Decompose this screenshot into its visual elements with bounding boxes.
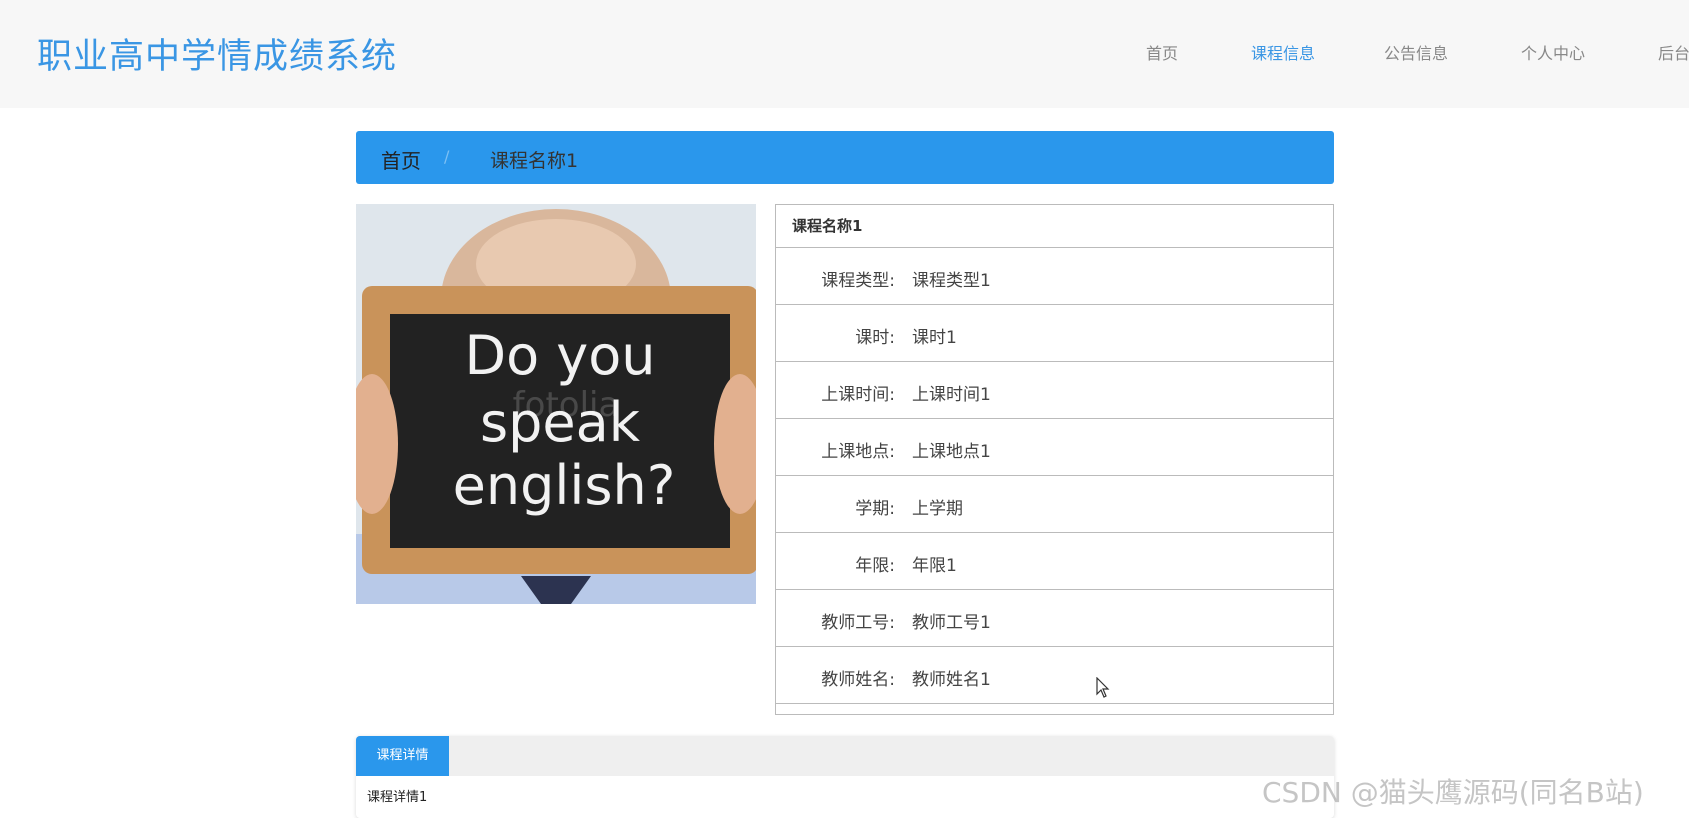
info-value: 教师姓名1 [912, 670, 991, 690]
info-value: 课时1 [912, 328, 957, 348]
info-value: 年限1 [912, 556, 957, 576]
info-label: 上课地点: [821, 442, 895, 462]
course-name-heading: 课程名称1 [776, 205, 1333, 248]
info-value: 上课时间1 [912, 385, 991, 405]
info-value: 课程类型1 [912, 271, 991, 291]
breadcrumb-current: 课程名称1 [490, 150, 579, 172]
top-header: 职业高中学情成绩系统 首页 课程信息 公告信息 个人中心 后台 [0, 0, 1689, 108]
nav-item-personal-center[interactable]: 个人中心 [1521, 40, 1585, 64]
breadcrumb-home-link[interactable]: 首页 [381, 145, 421, 174]
info-label: 上课时间: [821, 385, 895, 405]
course-image: Do you speak english? fotolia [356, 204, 756, 604]
tab-content: 课程详情1 [367, 790, 428, 805]
info-row-semester: 学期: 上学期 [776, 476, 1333, 533]
info-label: 教师姓名: [821, 670, 895, 690]
info-row-location: 上课地点: 上课地点1 [776, 419, 1333, 476]
info-label: 课时: [855, 328, 895, 348]
info-row-year: 年限: 年限1 [776, 533, 1333, 590]
chalk-line-1: Do you [464, 324, 655, 387]
mouse-cursor-icon [1096, 677, 1110, 698]
nav-item-home[interactable]: 首页 [1146, 40, 1178, 64]
info-row-hours: 课时: 课时1 [776, 305, 1333, 362]
main-nav: 首页 课程信息 公告信息 个人中心 后台 [0, 40, 1689, 64]
tab-course-details[interactable]: 课程详情 [356, 736, 449, 776]
info-row-course-type: 课程类型: 课程类型1 [776, 248, 1333, 305]
info-value: 上学期 [912, 499, 963, 519]
info-label: 年限: [855, 556, 895, 576]
image-watermark: fotolia [513, 385, 620, 425]
info-value: 教师工号1 [912, 613, 991, 633]
tab-bar: 课程详情 [356, 736, 1334, 776]
chalk-line-3: english? [453, 454, 676, 517]
nav-item-backend[interactable]: 后台 [1658, 40, 1689, 64]
breadcrumb-separator: / [444, 147, 450, 166]
breadcrumb: 首页 / 课程名称1 [356, 131, 1334, 184]
info-row-class-time: 上课时间: 上课时间1 [776, 362, 1333, 419]
detail-tabs: 课程详情 课程详情1 [356, 736, 1334, 818]
info-row-teacher-id: 教师工号: 教师工号1 [776, 590, 1333, 647]
csdn-watermark: CSDN @猫头鹰源码(同名B站) [1262, 776, 1644, 809]
nav-item-course-info[interactable]: 课程信息 [1251, 40, 1315, 64]
info-row-teacher-name: 教师姓名: 教师姓名1 [776, 647, 1333, 704]
info-label: 教师工号: [821, 613, 895, 633]
info-value: 上课地点1 [912, 442, 991, 462]
info-label: 课程类型: [821, 271, 895, 291]
info-label: 学期: [855, 499, 895, 519]
nav-item-announcements[interactable]: 公告信息 [1384, 40, 1448, 64]
course-info-table: 课程名称1 课程类型: 课程类型1 课时: 课时1 上课时间: 上课时间1 上课… [775, 204, 1334, 715]
